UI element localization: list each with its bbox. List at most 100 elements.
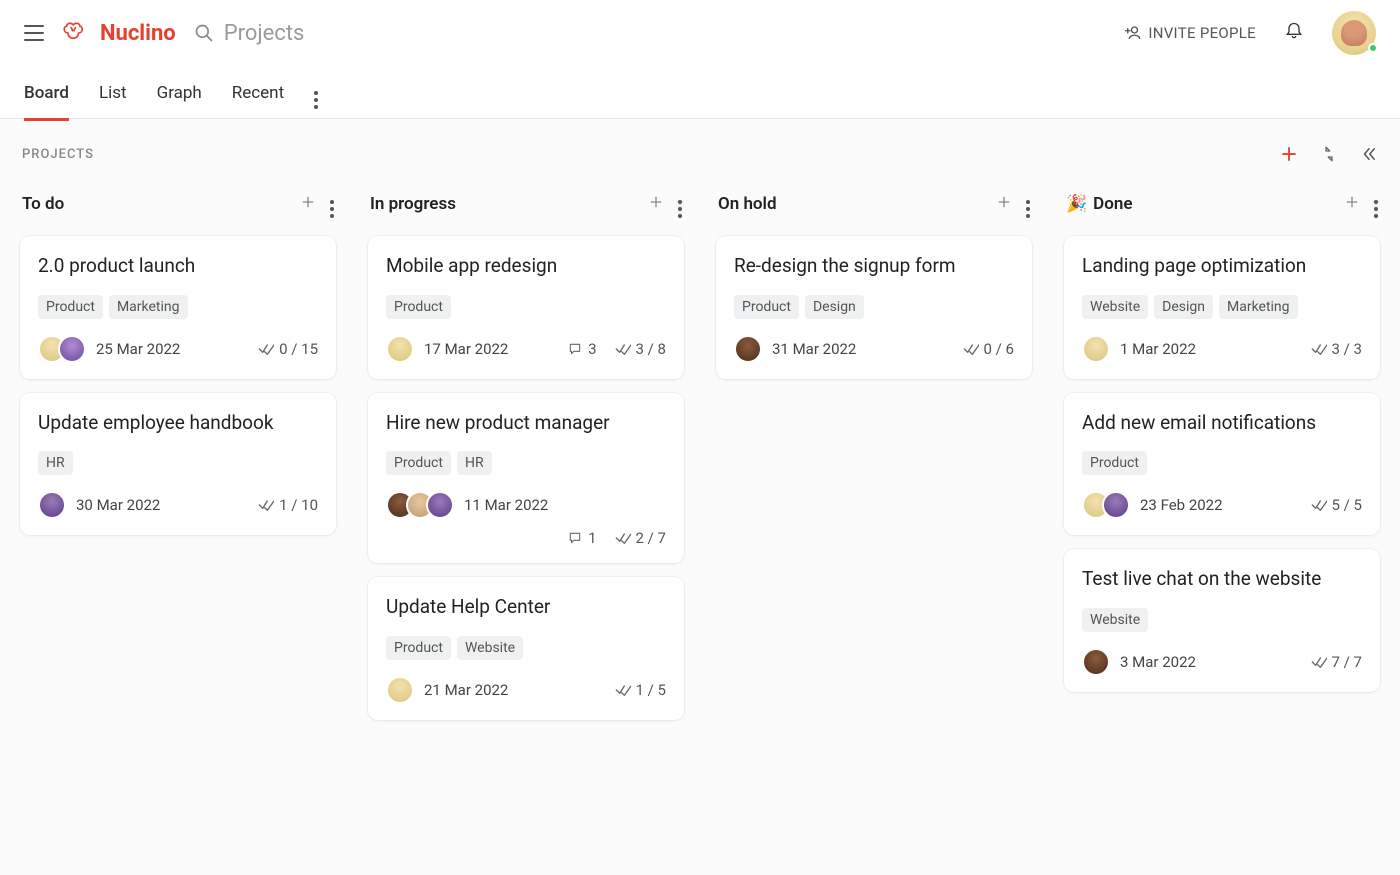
card-footer-left: 1 Mar 2022 bbox=[1082, 335, 1196, 363]
collapse-icon bbox=[1320, 145, 1338, 163]
logo[interactable]: Nuclino bbox=[62, 21, 176, 46]
column: On hold Re-design the signup form Produc… bbox=[706, 175, 1042, 855]
card-footer: 3 Mar 2022 7 / 7 bbox=[1082, 648, 1362, 676]
card[interactable]: Mobile app redesign Product 17 Mar 2022 … bbox=[368, 236, 684, 379]
column-actions bbox=[648, 189, 682, 218]
tag: Product bbox=[386, 451, 451, 475]
card-footer-right: 1 / 5 bbox=[615, 681, 667, 699]
column: To do 2.0 product launch ProductMarketin… bbox=[10, 175, 346, 855]
card-date: 23 Feb 2022 bbox=[1140, 496, 1223, 514]
column-menu-button[interactable] bbox=[1374, 189, 1378, 218]
dots-vertical-icon bbox=[1374, 200, 1378, 218]
card-footer: 17 Mar 2022 33 / 8 bbox=[386, 335, 666, 363]
column-actions bbox=[996, 189, 1030, 218]
dots-vertical-icon bbox=[1026, 200, 1030, 218]
checklist-stat: 1 / 10 bbox=[258, 496, 318, 514]
card[interactable]: Hire new product manager ProductHR 11 Ma… bbox=[368, 393, 684, 564]
column-menu-button[interactable] bbox=[1026, 189, 1030, 218]
sidebar-toggle-button[interactable] bbox=[1360, 145, 1378, 163]
card[interactable]: Landing page optimization WebsiteDesignM… bbox=[1064, 236, 1380, 379]
card[interactable]: Update Help Center ProductWebsite 21 Mar… bbox=[368, 577, 684, 720]
column-menu-button[interactable] bbox=[678, 189, 682, 218]
card-footer: 31 Mar 2022 0 / 6 bbox=[734, 335, 1014, 363]
card[interactable]: Add new email notifications Product 23 F… bbox=[1064, 393, 1380, 536]
column-title: 🎉Done bbox=[1066, 194, 1133, 214]
card-title: Update employee handbook bbox=[38, 411, 318, 436]
notifications-button[interactable] bbox=[1284, 20, 1304, 46]
card-footer-left: 3 Mar 2022 bbox=[1082, 648, 1196, 676]
tag: Design bbox=[1154, 295, 1213, 319]
view-tabs: Board List Graph Recent bbox=[0, 67, 1400, 119]
tag: Product bbox=[1082, 451, 1147, 475]
card-avatars bbox=[386, 491, 454, 519]
column-actions bbox=[1344, 189, 1378, 218]
card-title: Add new email notifications bbox=[1082, 411, 1362, 436]
column-add-button[interactable] bbox=[996, 194, 1012, 214]
card-date: 11 Mar 2022 bbox=[464, 496, 548, 514]
card-tags: Product bbox=[386, 295, 666, 319]
subheader: PROJECTS bbox=[0, 119, 1400, 175]
search[interactable]: Projects bbox=[194, 21, 1107, 46]
hamburger-icon[interactable] bbox=[24, 25, 44, 41]
card-footer-right: 5 / 5 bbox=[1311, 496, 1363, 514]
collapse-button[interactable] bbox=[1320, 145, 1338, 163]
card-footer-right: 33 / 8 bbox=[567, 340, 666, 358]
column-emoji: 🎉 bbox=[1066, 194, 1087, 214]
card-date: 31 Mar 2022 bbox=[772, 340, 856, 358]
view-more-button[interactable] bbox=[314, 80, 318, 124]
tab-list[interactable]: List bbox=[99, 83, 127, 121]
tag: Product bbox=[386, 295, 451, 319]
card-tags: ProductDesign bbox=[734, 295, 1014, 319]
column-menu-button[interactable] bbox=[330, 189, 334, 218]
tab-board[interactable]: Board bbox=[24, 83, 69, 121]
avatar bbox=[426, 491, 454, 519]
card-footer: 11 Mar 2022 bbox=[386, 491, 666, 519]
card-title: Landing page optimization bbox=[1082, 254, 1362, 279]
checklist-stat: 2 / 7 bbox=[615, 529, 667, 547]
card-tags: ProductHR bbox=[386, 451, 666, 475]
card-footer: 30 Mar 2022 1 / 10 bbox=[38, 491, 318, 519]
card[interactable]: 2.0 product launch ProductMarketing 25 M… bbox=[20, 236, 336, 379]
tab-recent[interactable]: Recent bbox=[232, 83, 284, 121]
card[interactable]: Test live chat on the website Website 3 … bbox=[1064, 549, 1380, 692]
topbar-right: INVITE PEOPLE bbox=[1124, 11, 1376, 55]
avatar bbox=[386, 335, 414, 363]
card[interactable]: Re-design the signup form ProductDesign … bbox=[716, 236, 1032, 379]
user-avatar[interactable] bbox=[1332, 11, 1376, 55]
card-footer-right: 0 / 15 bbox=[258, 340, 318, 358]
plus-icon bbox=[1280, 145, 1298, 163]
invite-label: INVITE PEOPLE bbox=[1148, 24, 1256, 42]
column-add-button[interactable] bbox=[300, 194, 316, 214]
card[interactable]: Update employee handbook HR 30 Mar 2022 … bbox=[20, 393, 336, 536]
avatar bbox=[58, 335, 86, 363]
invite-people-button[interactable]: INVITE PEOPLE bbox=[1124, 24, 1256, 42]
card-footer-right: 3 / 3 bbox=[1311, 340, 1363, 358]
avatar bbox=[1082, 335, 1110, 363]
card-date: 3 Mar 2022 bbox=[1120, 653, 1196, 671]
card-footer-left: 11 Mar 2022 bbox=[386, 491, 548, 519]
card-footer-left: 21 Mar 2022 bbox=[386, 676, 508, 704]
tag: Product bbox=[386, 636, 451, 660]
checklist-stat: 3 / 3 bbox=[1311, 340, 1363, 358]
card-footer-left: 31 Mar 2022 bbox=[734, 335, 856, 363]
tab-graph[interactable]: Graph bbox=[157, 83, 202, 121]
card-title: Mobile app redesign bbox=[386, 254, 666, 279]
tag: Product bbox=[734, 295, 799, 319]
checklist-stat: 1 / 5 bbox=[615, 681, 667, 699]
breadcrumb: PROJECTS bbox=[22, 147, 94, 162]
person-add-icon bbox=[1124, 24, 1142, 42]
column-add-button[interactable] bbox=[648, 194, 664, 214]
checklist-stat: 0 / 15 bbox=[258, 340, 318, 358]
card-avatars bbox=[1082, 335, 1110, 363]
card-tags: Product bbox=[1082, 451, 1362, 475]
column-add-button[interactable] bbox=[1344, 194, 1360, 214]
card-tags: Website bbox=[1082, 608, 1362, 632]
card-date: 17 Mar 2022 bbox=[424, 340, 508, 358]
add-button[interactable] bbox=[1280, 145, 1298, 163]
card-title: Hire new product manager bbox=[386, 411, 666, 436]
card-footer-row2: 1 2 / 7 bbox=[386, 529, 666, 547]
card-footer: 25 Mar 2022 0 / 15 bbox=[38, 335, 318, 363]
card-date: 1 Mar 2022 bbox=[1120, 340, 1196, 358]
column-title: In progress bbox=[370, 194, 456, 214]
search-icon bbox=[194, 23, 214, 43]
